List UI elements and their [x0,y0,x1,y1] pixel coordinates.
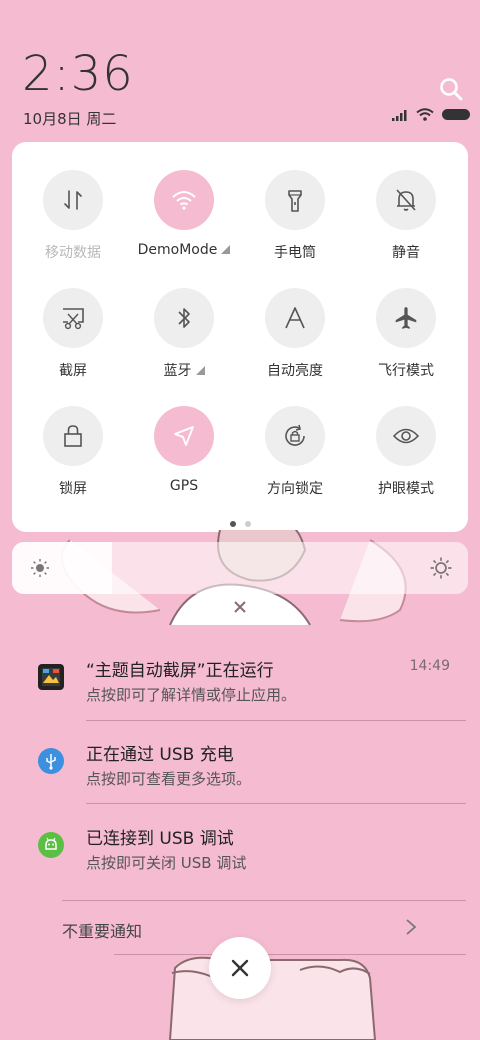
notification-title: “主题自动截屏”正在运行 [86,661,274,681]
gps-icon [154,406,214,466]
notification-usb-debug[interactable]: 已连接到 USB 调试 点按即可关闭 USB 调试 [0,816,480,902]
quick-settings-panel: 移动数据 DemoMode 手电筒 静音 截屏 蓝牙 自动亮度 飞行模式 锁屏 … [12,142,468,532]
tile-auto-brightness[interactable]: 自动亮度 [240,288,350,380]
tile-flashlight[interactable]: 手电筒 [240,170,350,262]
clear-all-notifications-button[interactable] [209,937,271,999]
wifi-icon [154,170,214,230]
lock-icon [43,406,103,466]
notification-title: 正在通过 USB 充电 [86,745,234,765]
tile-label: 截屏 [59,363,87,379]
tile-bluetooth[interactable]: 蓝牙 [129,288,239,380]
clock-time: 2:36 [22,46,134,102]
auto-brightness-icon [265,288,325,348]
screenshot-icon [43,288,103,348]
notification-body: 点按即可查看更多选项。 [86,770,252,788]
signal-icon [392,109,407,121]
tile-lock-screen[interactable]: 锁屏 [18,406,128,498]
page-indicator [12,521,468,527]
tile-label: 飞行模式 [378,363,434,379]
brightness-high-icon [430,557,452,579]
tile-gps[interactable]: GPS [129,406,239,494]
status-bar [392,108,470,121]
notification-usb-charging[interactable]: 正在通过 USB 充电 点按即可查看更多选项。 [0,732,480,818]
tile-mobile-data[interactable]: 移动数据 [18,170,128,262]
close-icon [231,959,249,977]
notification-title: 已连接到 USB 调试 [86,829,234,849]
notification-theme-screenshot[interactable]: “主题自动截屏”正在运行 点按即可了解详情或停止应用。 14:49 [0,648,480,734]
divider [86,720,466,721]
page-dot-2[interactable] [244,521,251,527]
bluetooth-icon [154,288,214,348]
tile-rotation-lock[interactable]: 方向锁定 [240,406,350,498]
wifi-icon [416,108,434,121]
wallpaper-character-bottom [168,956,377,1040]
search-icon[interactable] [438,76,464,102]
usb-icon [38,748,64,774]
android-debug-icon [38,832,64,858]
tile-label: 移动数据 [45,245,101,261]
unimportant-notifications-label: 不重要通知 [62,922,143,941]
tile-label: 方向锁定 [267,481,323,497]
brightness-slider-fill [12,542,113,594]
tile-eye-care[interactable]: 护眼模式 [351,406,461,498]
tile-wifi[interactable]: DemoMode [129,170,239,258]
page-dot-1[interactable] [229,521,236,527]
brightness-low-icon [31,559,49,577]
tile-label: 静音 [392,245,420,261]
clock-date: 10月8日 周二 [23,110,117,128]
rotation-lock-icon [265,406,325,466]
tile-screenshot[interactable]: 截屏 [18,288,128,380]
data-transfer-icon [43,170,103,230]
notification-body: 点按即可了解详情或停止应用。 [86,686,297,704]
airplane-icon [376,288,436,348]
chevron-right-icon [406,919,417,935]
tile-airplane[interactable]: 飞行模式 [351,288,461,380]
notification-body: 点按即可关闭 USB 调试 [86,854,247,872]
tile-label: 锁屏 [59,481,87,497]
expand-triangle-icon [221,245,231,254]
tile-mute[interactable]: 静音 [351,170,461,262]
flashlight-icon [265,170,325,230]
expand-triangle-icon [195,366,205,375]
theme-app-icon [38,664,64,690]
tile-label: 手电筒 [274,245,316,261]
eye-icon [376,406,436,466]
tile-label: 护眼模式 [378,481,434,497]
tile-label: 自动亮度 [267,363,323,379]
brightness-slider[interactable] [12,542,468,594]
tile-label: GPS [169,478,199,494]
mute-bell-icon [376,170,436,230]
notification-time: 14:49 [409,658,450,674]
tile-label: DemoMode [137,242,218,258]
divider [86,803,466,804]
tile-label: 蓝牙 [163,363,192,379]
battery-icon [442,109,470,120]
